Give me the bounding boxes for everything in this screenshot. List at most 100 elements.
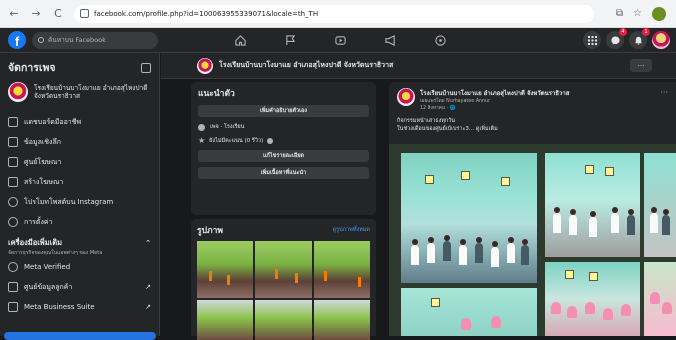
post-text-line[interactable]: ในช่วงเดือนของศูนย์เบ้เบราะ3... ดูเพิ่มเ… (397, 125, 668, 133)
post-photo[interactable] (401, 153, 537, 283)
sidebar-item-ad-center[interactable]: ศูนย์โฆษณา (0, 152, 159, 172)
bookmark-star-icon[interactable]: ☆ (633, 8, 642, 19)
search-icon (38, 37, 44, 43)
address-bar[interactable]: facebook.com/profile.php?id=100063955339… (74, 4, 594, 23)
sidebar-item-label: โปรโมทโพสต์บน Instagram (24, 197, 114, 206)
sidebar-collapse-icon[interactable] (141, 62, 151, 73)
post-photo[interactable] (545, 153, 640, 257)
current-page-card[interactable]: โรงเรียนบ้านบาโงมาแย อำเภอสุไหงปาดี จังห… (0, 78, 159, 106)
game-icon[interactable] (420, 28, 460, 53)
browser-toolbar: ← → C facebook.com/profile.php?id=100063… (0, 0, 676, 28)
see-all-photos-link[interactable]: ดูรูปภาพทั้งหมด (333, 226, 371, 234)
photo-thumbnail[interactable] (197, 300, 254, 340)
add-bio-button[interactable]: เพิ่มคำอธิบายตัวเอง (198, 105, 369, 117)
post-date[interactable]: 12 สิงหาคม · 🌐 (420, 105, 569, 112)
url-text: facebook.com/profile.php?id=100063955339… (94, 9, 319, 18)
forward-icon[interactable]: → (28, 6, 44, 22)
instagram-icon (8, 197, 18, 207)
post-options-icon[interactable]: ··· (660, 88, 668, 97)
sidebar-item-customer-center[interactable]: ศูนย์ข้อมูลลูกค้า ↗ (0, 277, 159, 297)
sidebar-item-label: ศูนย์โฆษณา (24, 157, 62, 166)
home-icon[interactable] (220, 28, 260, 53)
messenger-icon[interactable]: 4 (606, 28, 627, 49)
external-link-icon: ↗ (145, 303, 151, 311)
photos-card: รูปภาพ ดูรูปภาพทั้งหมด (191, 219, 376, 340)
info-icon (198, 123, 205, 131)
facebook-logo-icon[interactable]: f (8, 31, 26, 49)
sidebar-item-dashboard[interactable]: แดชบอร์ดมืออาชีพ (0, 112, 159, 132)
sidebar-item-label: Meta Verified (24, 263, 71, 271)
photo-grid (197, 241, 370, 340)
bell-icon[interactable]: 1 (629, 28, 650, 49)
search-input[interactable]: ค้นหาบน Facebook (32, 31, 158, 49)
flag-icon[interactable] (270, 28, 310, 53)
tools-subtitle: จัดการธุรกิจของคุณในแอพต่างๆ ของ Meta (8, 250, 103, 256)
sidebar-item-label: ข้อมูลเชิงลึก (24, 137, 61, 146)
video-icon[interactable] (320, 28, 360, 53)
photo-thumbnail[interactable] (255, 300, 312, 340)
post-text-line: กิจกรรมหน้าเสาธงทุกวัน (397, 118, 456, 124)
category-text: เพจ · โรงเรียน (210, 124, 245, 130)
tools-title: เครื่องมือเพิ่มเติม (8, 238, 63, 247)
dashboard-icon (8, 117, 18, 127)
megaphone-icon[interactable] (370, 28, 410, 53)
page-content: แนะนำตัว เพิ่มคำอธิบายตัวเอง เพจ · โรงเร… (161, 79, 676, 340)
sidebar-item-label: Meta Business Suite (24, 303, 95, 311)
chevron-up-icon: ⌃ (145, 239, 151, 247)
sidebar-item-instagram[interactable]: โปรโมทโพสต์บน Instagram (0, 192, 159, 212)
back-icon[interactable]: ← (6, 6, 22, 22)
sidebar-item-label: แดชบอร์ดมืออาชีพ (24, 117, 82, 126)
external-link-icon: ↗ (145, 283, 151, 291)
sidebar-item-settings[interactable]: การตั้งค่า (0, 212, 159, 232)
post-text: กิจกรรมหน้าเสาธงทุกวัน ในช่วงเดือนของศูน… (397, 117, 668, 133)
notification-badge: 1 (642, 28, 650, 36)
page-header-name[interactable]: โรงเรียนบ้านบาโงมาแย อำเภอสุไหงปาดี จังห… (219, 60, 393, 71)
intro-card: แนะนำตัว เพิ่มคำอธิบายตัวเอง เพจ · โรงเร… (191, 82, 376, 215)
info-icon[interactable] (267, 138, 274, 144)
post-author-avatar[interactable] (397, 88, 415, 106)
sidebar-primary-button[interactable] (4, 332, 156, 340)
verified-icon (8, 262, 18, 272)
post-photo[interactable] (401, 288, 537, 336)
customer-icon (8, 282, 18, 292)
sidebar-item-business-suite[interactable]: Meta Business Suite ↗ (0, 297, 159, 317)
insights-icon (8, 137, 18, 147)
feed-post: โรงเรียนบ้านบาโงมาแย อำเภอสุไหงปาดี จังห… (389, 82, 676, 336)
photo-thumbnail[interactable] (313, 241, 370, 298)
main-nav (220, 28, 460, 53)
more-options-button[interactable]: ··· (630, 59, 652, 72)
add-featured-button[interactable]: เพิ่มเนื้อหาที่แนะนำ (198, 167, 369, 179)
search-placeholder: ค้นหาบน Facebook (48, 36, 106, 44)
menu-grid-icon[interactable] (583, 31, 601, 49)
post-photo[interactable] (644, 262, 676, 336)
post-author-name[interactable]: โรงเรียนบ้านบาโงมาแย อำเภอสุไหงปาดี จังห… (420, 88, 569, 98)
manage-page-sidebar: จัดการเพจ โรงเรียนบ้านบาโงมาแย อำเภอสุไห… (0, 53, 160, 340)
sidebar-title: จัดการเพจ (8, 62, 56, 74)
post-photo[interactable] (644, 153, 676, 257)
sidebar-item-meta-verified[interactable]: Meta Verified (0, 257, 159, 277)
tools-section-header[interactable]: เครื่องมือเพิ่มเติม ⌃ (0, 232, 159, 249)
reload-icon[interactable]: C (50, 6, 66, 22)
site-info-icon[interactable] (80, 9, 89, 18)
sidebar-item-insights[interactable]: ข้อมูลเชิงลึก (0, 132, 159, 152)
sidebar-item-label: ศูนย์ข้อมูลลูกค้า (24, 282, 73, 291)
business-suite-icon (8, 302, 18, 312)
facebook-header: f ค้นหาบน Facebook 4 1 (0, 28, 676, 53)
browser-profile-avatar[interactable] (652, 6, 666, 21)
account-avatar[interactable] (652, 31, 670, 49)
sidebar-item-label: สร้างโฆษณา (24, 177, 64, 186)
photo-thumbnail[interactable] (197, 241, 254, 298)
extension-icon[interactable]: ⧉ (616, 8, 623, 19)
photo-thumbnail[interactable] (313, 300, 370, 340)
page-header-bar: โรงเรียนบ้านบาโงมาแย อำเภอสุไหงปาดี จังห… (161, 53, 676, 79)
post-photo-gallery (389, 144, 676, 336)
photo-thumbnail[interactable] (255, 241, 312, 298)
sidebar-item-create-ad[interactable]: สร้างโฆษณา (0, 172, 159, 192)
create-ad-icon (8, 177, 18, 187)
intro-title: แนะนำตัว (198, 89, 235, 99)
rating-row: ★ ยังไม่มีคะแนน (0 รีวิว) (198, 137, 369, 145)
post-photo[interactable] (545, 262, 640, 336)
rating-text: ยังไม่มีคะแนน (0 รีวิว) (209, 138, 264, 144)
page-header-avatar[interactable] (197, 57, 213, 74)
edit-details-button[interactable]: แก้ไขรายละเอียด (198, 150, 369, 162)
